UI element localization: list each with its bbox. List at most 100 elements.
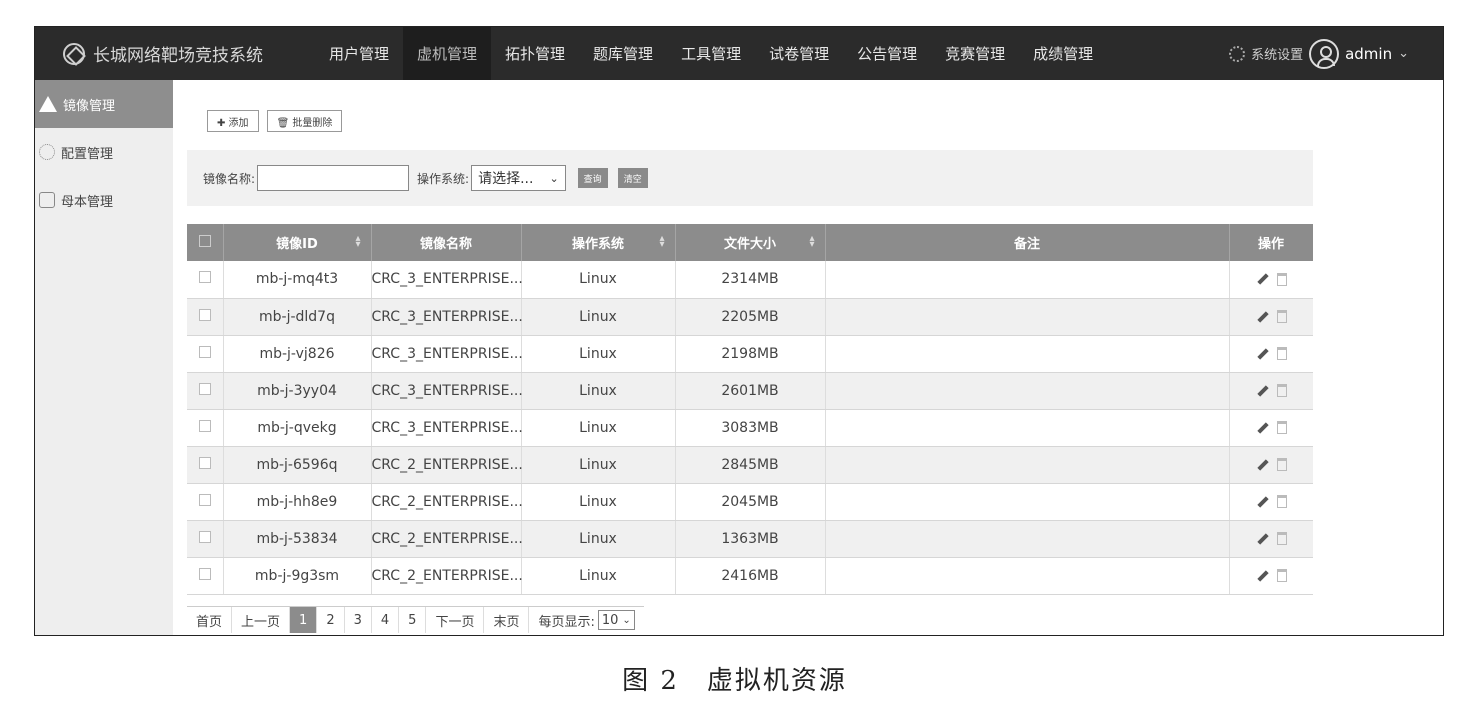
main-content: ✚ 添加 🗑 批量删除 镜像名称: 操作系统: 请选择... ⌄ 查询 清空 镜… [173,80,1313,635]
batch-delete-button[interactable]: 🗑 批量删除 [266,110,343,132]
edit-icon[interactable] [1255,347,1269,361]
delete-icon[interactable] [1277,384,1287,397]
next-page-button[interactable]: 下一页 [426,607,485,633]
cell-actions [1229,372,1313,410]
cell-os: Linux [521,409,676,447]
query-button[interactable]: 查询 [577,168,608,188]
cell-actions [1229,446,1313,484]
nav-item[interactable]: 拓扑管理 [491,27,579,80]
row-checkbox[interactable] [187,446,224,484]
cell-note [825,335,1230,373]
prev-page-button[interactable]: 上一页 [232,607,291,633]
page-3-button[interactable]: 3 [345,607,372,633]
nav-item[interactable]: 成绩管理 [1019,27,1107,80]
sort-icon[interactable]: ▴ ▾ [809,234,814,250]
cell-actions [1229,520,1313,558]
table-row[interactable]: mb-j-dld7q CRC_3_ENTERPRISE... Linux 2205MB [187,298,1313,336]
row-checkbox[interactable] [187,520,224,558]
gear-icon[interactable] [1229,45,1246,62]
page-size-select[interactable]: 10 ⌄ [597,610,635,630]
delete-icon[interactable] [1277,569,1287,582]
column-header-name: 镜像名称 [371,224,522,261]
column-header-id[interactable]: 镜像ID ▴ ▾ [223,224,372,261]
nav-item[interactable]: 竞赛管理 [931,27,1019,80]
page-2-button[interactable]: 2 [317,607,345,633]
row-checkbox[interactable] [187,409,224,447]
cell-name: CRC_3_ENTERPRISE... [371,335,523,373]
chevron-down-icon[interactable]: ⌄ [1398,46,1409,61]
nav-item[interactable]: 公告管理 [843,27,931,80]
delete-icon[interactable] [1277,495,1287,508]
cell-size: 2045MB [675,483,826,521]
nav-item[interactable]: 用户管理 [315,27,403,80]
cell-actions [1229,335,1313,373]
name-search-input[interactable] [257,165,410,191]
os-filter-label: 操作系统: [417,171,470,186]
clear-button[interactable]: 清空 [617,168,648,188]
edit-icon[interactable] [1255,384,1269,398]
sort-icon[interactable]: ▴ ▾ [355,234,360,250]
cell-id: mb-j-vj826 [223,335,372,373]
edit-icon[interactable] [1255,495,1269,509]
table-row[interactable]: mb-j-53834 CRC_2_ENTERPRISE... Linux 1363MB [187,520,1313,558]
page-4-button[interactable]: 4 [372,607,400,633]
delete-icon[interactable] [1277,272,1287,286]
edit-icon[interactable] [1255,532,1269,546]
username[interactable]: admin [1345,45,1392,63]
sort-icon[interactable]: ▴ ▾ [659,234,664,250]
row-checkbox[interactable] [187,298,224,336]
app-logo[interactable]: 长城网络靶场竞技系统 [63,27,263,80]
sidebar: 镜像管理 配置管理 母本管理 [35,80,173,635]
cell-size: 2314MB [675,261,826,299]
os-select-value: 请选择... [478,171,534,187]
column-header-size[interactable]: 文件大小 ▴ ▾ [675,224,826,261]
nav-item[interactable]: 题库管理 [579,27,667,80]
sidebar-item-config[interactable]: 配置管理 [35,128,173,176]
last-page-button[interactable]: 末页 [484,607,530,633]
table-row[interactable]: mb-j-6596q CRC_2_ENTERPRISE... Linux 2845MB [187,446,1313,484]
table-row[interactable]: mb-j-9g3sm CRC_2_ENTERPRISE... Linux 2416MB [187,557,1313,595]
figure-caption: 图 2 虚拟机资源 [622,666,847,696]
edit-icon[interactable] [1255,272,1269,286]
delete-icon[interactable] [1277,310,1287,323]
settings-link[interactable]: 系统设置 [1251,44,1303,63]
row-checkbox[interactable] [187,372,224,410]
select-all-checkbox[interactable] [187,224,224,261]
cell-size: 2845MB [675,446,826,484]
row-checkbox[interactable] [187,557,224,595]
sidebar-item-image[interactable]: 镜像管理 [35,80,173,128]
row-checkbox[interactable] [187,335,224,373]
row-checkbox[interactable] [187,261,224,299]
avatar[interactable] [1309,38,1340,69]
add-button[interactable]: ✚ 添加 [207,110,259,132]
cell-id: mb-j-9g3sm [223,557,372,595]
row-checkbox[interactable] [187,483,224,521]
page-1-button[interactable]: 1 [290,607,318,633]
edit-icon[interactable] [1255,421,1269,435]
nav-item[interactable]: 虚机管理 [403,27,492,80]
page-5-button[interactable]: 5 [399,607,427,633]
first-page-button[interactable]: 首页 [187,607,233,633]
table-row[interactable]: mb-j-3yy04 CRC_3_ENTERPRISE... Linux 2601MB [187,372,1313,410]
delete-icon[interactable] [1277,532,1287,545]
delete-icon[interactable] [1277,421,1287,434]
edit-icon[interactable] [1255,458,1269,472]
cell-id: mb-j-qvekg [223,409,372,447]
delete-icon[interactable] [1277,347,1287,360]
chevron-down-icon: ⌄ [549,171,559,185]
column-header-note: 备注 [825,224,1230,261]
table-row[interactable]: mb-j-hh8e9 CRC_2_ENTERPRISE... Linux 2045MB [187,483,1313,521]
column-header-actions: 操作 [1229,224,1313,261]
nav-item[interactable]: 工具管理 [667,27,755,80]
table-row[interactable]: mb-j-mq4t3 CRC_3_ENTERPRISE... Linux 2314MB [187,261,1313,299]
table-row[interactable]: mb-j-vj826 CRC_3_ENTERPRISE... Linux 2198MB [187,335,1313,373]
table-row[interactable]: mb-j-qvekg CRC_3_ENTERPRISE... Linux 3083MB [187,409,1313,447]
column-header-os[interactable]: 操作系统 ▴ ▾ [521,224,676,261]
edit-icon[interactable] [1255,310,1269,324]
cell-os: Linux [521,520,676,558]
sidebar-item-template[interactable]: 母本管理 [35,176,173,224]
nav-item[interactable]: 试卷管理 [755,27,843,80]
edit-icon[interactable] [1255,569,1269,583]
delete-icon[interactable] [1277,458,1287,471]
os-select[interactable]: 请选择... ⌄ [471,165,566,191]
